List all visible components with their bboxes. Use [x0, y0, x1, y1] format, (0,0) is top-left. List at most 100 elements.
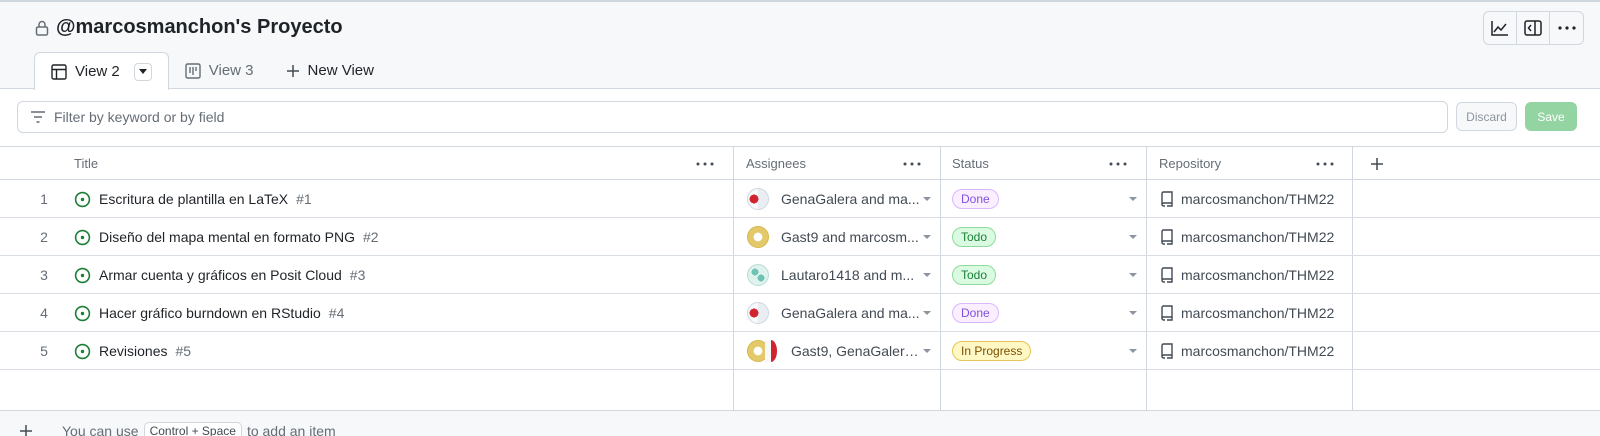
- repository-cell[interactable]: marcosmanchon/THM22: [1160, 294, 1334, 332]
- table-panel: Discard Save Title Assignees Status Repo…: [0, 89, 1600, 436]
- assignees-cell[interactable]: Gast9, GenaGalera...: [747, 332, 921, 370]
- repo-text[interactable]: marcosmanchon/THM22: [1181, 305, 1334, 321]
- repo-text[interactable]: marcosmanchon/THM22: [1181, 191, 1334, 207]
- repo-text[interactable]: marcosmanchon/THM22: [1181, 267, 1334, 283]
- table-row[interactable]: 3 Armar cuenta y gráficos en Posit Cloud…: [0, 256, 1600, 294]
- open-issue-icon: [74, 267, 91, 283]
- tab-view-2[interactable]: View 2: [34, 52, 169, 90]
- assignees-text: Gast9 and marcosm...: [781, 229, 919, 245]
- assignees-text: Gast9, GenaGalera...: [791, 343, 921, 359]
- column-header-assignees[interactable]: Assignees: [746, 147, 806, 180]
- add-item-row[interactable]: You can use Control + Space to add an it…: [0, 412, 1600, 436]
- repo-icon: [1161, 191, 1173, 207]
- chevron-down-icon[interactable]: [923, 349, 931, 353]
- table-row[interactable]: 5 Revisiones #5 Gast9, GenaGalera... In …: [0, 332, 1600, 370]
- repository-cell[interactable]: marcosmanchon/THM22: [1160, 218, 1334, 256]
- status-badge: Done: [952, 303, 999, 323]
- chevron-down-icon[interactable]: [1129, 311, 1137, 315]
- title-cell[interactable]: Diseño del mapa mental en formato PNG #2: [74, 218, 379, 256]
- plus-icon[interactable]: [19, 424, 33, 436]
- chevron-down-icon[interactable]: [1129, 235, 1137, 239]
- discard-button[interactable]: Discard: [1456, 102, 1517, 131]
- filter-icon: [31, 111, 45, 123]
- status-cell[interactable]: Done: [952, 180, 999, 218]
- issue-title[interactable]: Revisiones: [99, 343, 167, 359]
- issue-title[interactable]: Hacer gráfico burndown en RStudio: [99, 305, 321, 321]
- insights-button[interactable]: [1484, 12, 1517, 44]
- title-cell[interactable]: Hacer gráfico burndown en RStudio #4: [74, 294, 344, 332]
- row-number: 1: [40, 191, 48, 207]
- assignees-cell[interactable]: Lautaro1418 and m...: [747, 256, 923, 294]
- chevron-down-icon[interactable]: [923, 197, 931, 201]
- column-options-icon[interactable]: [696, 147, 714, 180]
- chevron-down-icon[interactable]: [923, 311, 931, 315]
- filter-bar[interactable]: [17, 101, 1448, 133]
- issue-number: #5: [175, 343, 192, 359]
- row-number: 4: [40, 305, 48, 321]
- table-row[interactable]: 1 Escritura de plantilla en LaTeX #1 Gen…: [0, 180, 1600, 218]
- issue-title[interactable]: Diseño del mapa mental en formato PNG: [99, 229, 355, 245]
- repository-cell[interactable]: marcosmanchon/THM22: [1160, 256, 1334, 294]
- filter-input[interactable]: [54, 109, 1414, 125]
- insights-icon: [1491, 21, 1508, 36]
- new-view-button[interactable]: New View: [270, 52, 390, 89]
- table-icon: [51, 63, 67, 80]
- avatar: [747, 226, 769, 248]
- chevron-down-icon[interactable]: [1129, 197, 1137, 201]
- open-issue-icon: [74, 229, 91, 245]
- plus-icon: [286, 64, 299, 77]
- title-cell[interactable]: Armar cuenta y gráficos en Posit Cloud #…: [74, 256, 365, 294]
- row-number: 5: [40, 343, 48, 359]
- chevron-down-icon[interactable]: [923, 273, 931, 277]
- repo-text[interactable]: marcosmanchon/THM22: [1181, 343, 1334, 359]
- column-options-icon[interactable]: [903, 147, 921, 180]
- table-header: Title Assignees Status Repository: [0, 146, 1600, 180]
- more-options-button[interactable]: [1550, 12, 1583, 44]
- assignees-cell[interactable]: GenaGalera and ma...: [747, 294, 923, 332]
- keyboard-shortcut: Control + Space: [143, 422, 242, 436]
- save-button[interactable]: Save: [1525, 102, 1577, 131]
- repository-cell[interactable]: marcosmanchon/THM22: [1160, 332, 1334, 370]
- chevron-down-icon[interactable]: [1129, 349, 1137, 353]
- status-cell[interactable]: Todo: [952, 256, 997, 294]
- column-header-repository[interactable]: Repository: [1159, 147, 1221, 180]
- issue-number: #3: [349, 267, 366, 283]
- assignees-cell[interactable]: Gast9 and marcosm...: [747, 218, 923, 256]
- repository-cell[interactable]: marcosmanchon/THM22: [1160, 180, 1334, 218]
- chevron-down-icon[interactable]: [923, 235, 931, 239]
- issue-title[interactable]: Armar cuenta y gráficos en Posit Cloud: [99, 267, 342, 283]
- issue-number: #1: [296, 191, 312, 207]
- issue-title[interactable]: Escritura de plantilla en LaTeX: [99, 191, 288, 207]
- repo-icon: [1161, 267, 1173, 283]
- table-row[interactable]: 4 Hacer gráfico burndown en RStudio #4 G…: [0, 294, 1600, 332]
- tab-label: View 3: [208, 62, 254, 79]
- side-panel-button[interactable]: [1517, 12, 1550, 44]
- more-options-icon: [1557, 26, 1576, 30]
- status-cell[interactable]: In Progress: [952, 332, 1032, 370]
- column-header-title[interactable]: Title: [74, 147, 98, 180]
- title-cell[interactable]: Escritura de plantilla en LaTeX #1: [74, 180, 312, 218]
- add-field-button[interactable]: [1370, 147, 1384, 180]
- tab-view-3[interactable]: View 3: [169, 52, 270, 89]
- chevron-down-icon[interactable]: [1129, 273, 1137, 277]
- row-number: 2: [40, 229, 48, 245]
- avatar: [747, 188, 769, 210]
- status-badge: In Progress: [952, 341, 1032, 361]
- assignees-cell[interactable]: GenaGalera and ma...: [747, 180, 923, 218]
- board-icon: [185, 62, 201, 79]
- status-cell[interactable]: Done: [952, 294, 999, 332]
- view-tabs: View 2 View 3 New View: [34, 52, 390, 90]
- column-options-icon[interactable]: [1109, 147, 1127, 180]
- assignees-text: GenaGalera and ma...: [781, 305, 920, 321]
- add-item-hint-suffix: to add an item: [246, 423, 336, 436]
- column-header-status[interactable]: Status: [952, 147, 989, 180]
- repo-text[interactable]: marcosmanchon/THM22: [1181, 229, 1334, 245]
- status-cell[interactable]: Todo: [952, 218, 997, 256]
- title-cell[interactable]: Revisiones #5: [74, 332, 191, 370]
- plus-icon: [1371, 157, 1383, 170]
- issue-number: #4: [328, 305, 345, 321]
- column-options-icon[interactable]: [1316, 147, 1334, 180]
- table-row[interactable]: 2 Diseño del mapa mental en formato PNG …: [0, 218, 1600, 256]
- tab-menu-button[interactable]: [133, 62, 152, 81]
- repo-icon: [1161, 343, 1173, 359]
